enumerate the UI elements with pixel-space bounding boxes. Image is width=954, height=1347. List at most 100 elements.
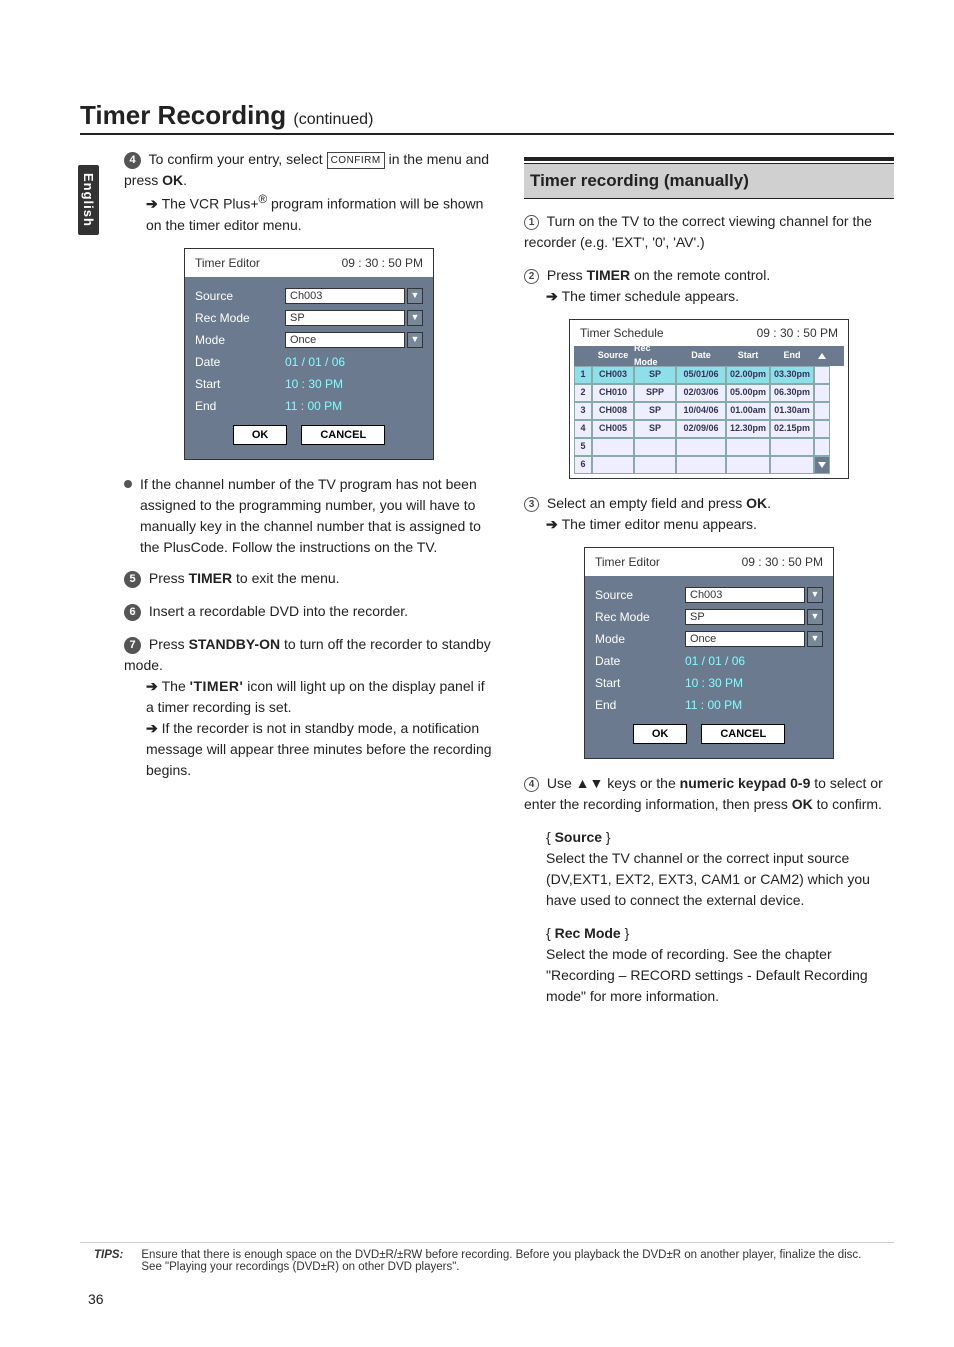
cell-source [592, 456, 634, 474]
step-badge-5: 5 [124, 571, 141, 588]
field-mode: Once [685, 631, 805, 647]
step-4-right: 4 Use ▲▼ keys or the numeric keypad 0-9 … [524, 773, 894, 815]
chevron-down-icon: ▼ [807, 587, 823, 603]
ok-button: OK [233, 425, 288, 446]
cell-recmode: SP [634, 420, 676, 438]
arrow-icon: ➔ [546, 516, 562, 532]
cell-end: 06.30pm [770, 384, 814, 402]
cell-recmode: SP [634, 366, 676, 384]
text: to exit the menu. [232, 570, 339, 586]
text: Press [547, 267, 587, 283]
page-title-cont: (continued) [293, 111, 373, 128]
text: Select an empty field and press [547, 495, 746, 511]
col-source: Source [592, 349, 634, 363]
chevron-down-icon: ▼ [807, 609, 823, 625]
text: Select the mode of recording. See the ch… [546, 946, 868, 1004]
ok-button: OK [633, 724, 688, 745]
text: . [183, 172, 187, 188]
scroll-cell [814, 366, 830, 384]
timer-text: TIMER [189, 570, 233, 586]
cell-recmode: SPP [634, 384, 676, 402]
scroll-cell [814, 420, 830, 438]
arrow-icon: ➔ [546, 288, 562, 304]
cell-date: 02/03/06 [676, 384, 726, 402]
cell-date [676, 456, 726, 474]
scroll-down-icon [814, 456, 830, 474]
field-name-recmode: Rec Mode [555, 925, 621, 941]
scroll-cell [814, 402, 830, 420]
text: Press [149, 570, 189, 586]
schedule-clock: 09 : 30 : 50 PM [757, 324, 838, 342]
standby-text: STANDBY-ON [189, 636, 281, 652]
editor-clock: 09 : 30 : 50 PM [742, 553, 823, 571]
cell-source [592, 438, 634, 456]
field-source: Ch003 [285, 288, 405, 304]
editor-body: SourceCh003▼ Rec ModeSP▼ ModeOnce▼ Date0… [585, 576, 833, 759]
arrow-icon: ➔ [146, 678, 162, 694]
cell-date [676, 438, 726, 456]
field-end: 11 : 00 PM [285, 397, 423, 415]
keypad-text: numeric keypad 0-9 [680, 775, 811, 791]
label-mode: Mode [195, 331, 285, 349]
cell-start [726, 438, 770, 456]
field-date: 01 / 01 / 06 [285, 353, 423, 371]
source-field-desc: { Source } Select the TV channel or the … [524, 827, 894, 911]
page: Timer Recording (continued) 4 To confirm… [0, 0, 954, 1347]
label-start: Start [195, 375, 285, 393]
ok-text: OK [792, 796, 813, 812]
label-end: End [195, 397, 285, 415]
text: The timer editor menu appears. [562, 516, 757, 532]
tips-row: TIPS: Ensure that there is enough space … [80, 1242, 894, 1273]
step-badge-1: 1 [524, 215, 539, 230]
step-2-result: ➔ The timer schedule appears. [524, 286, 894, 307]
ok-text: OK [746, 495, 767, 511]
field-recmode: SP [285, 310, 405, 326]
schedule-row: 4CH005SP02/09/0612.30pm02.15pm [574, 420, 844, 438]
title-row: Timer Recording (continued) [80, 100, 894, 135]
cell-end: 01.30am [770, 402, 814, 420]
step-6: 6 Insert a recordable DVD into the recor… [124, 601, 494, 622]
reg-mark: ® [259, 193, 268, 206]
col-date: Date [676, 349, 726, 363]
field-start: 10 : 30 PM [685, 674, 823, 692]
schedule-row: 2CH010SPP02/03/0605.00pm06.30pm [574, 384, 844, 402]
cell-end: 02.15pm [770, 420, 814, 438]
cell-end [770, 456, 814, 474]
text: If the recorder is not in standby mode, … [146, 720, 492, 778]
cell-date: 10/04/06 [676, 402, 726, 420]
label-recmode: Rec Mode [595, 608, 685, 626]
cell-source: CH008 [592, 402, 634, 420]
cell-date: 02/09/06 [676, 420, 726, 438]
schedule-header: Timer Schedule 09 : 30 : 50 PM [570, 320, 849, 346]
label-mode: Mode [595, 630, 685, 648]
cell-start [726, 456, 770, 474]
cell-index: 6 [574, 456, 592, 474]
label-source: Source [595, 586, 685, 604]
chevron-down-icon: ▼ [407, 310, 423, 326]
ok-text: OK [162, 172, 183, 188]
editor-title: Timer Editor [195, 254, 260, 272]
bullet-icon [124, 480, 132, 488]
editor-header: Timer Editor 09 : 30 : 50 PM [585, 548, 833, 576]
step-badge-4: 4 [524, 777, 539, 792]
label-source: Source [195, 287, 285, 305]
field-source: Ch003 [685, 587, 805, 603]
text: The timer schedule appears. [562, 288, 739, 304]
col-start: Start [726, 349, 770, 363]
field-date: 01 / 01 / 06 [685, 652, 823, 670]
cell-recmode [634, 456, 676, 474]
cancel-button: CANCEL [701, 724, 785, 745]
schedule-row: 1CH003SP05/01/0602.00pm03.30pm [574, 366, 844, 384]
step-3: 3 Select an empty field and press OK. ➔ … [524, 493, 894, 535]
cell-date: 05/01/06 [676, 366, 726, 384]
arrow-icon: ➔ [146, 720, 162, 736]
timer-schedule: Timer Schedule 09 : 30 : 50 PM Source Re… [569, 319, 849, 479]
label-start: Start [595, 674, 685, 692]
left-column: 4 To confirm your entry, select CONFIRM … [80, 149, 494, 1242]
text: To confirm your entry, select [149, 151, 327, 167]
editor-body: SourceCh003▼ Rec ModeSP▼ ModeOnce▼ Date0… [185, 277, 433, 460]
step-4: 4 To confirm your entry, select CONFIRM … [124, 149, 494, 236]
schedule-row: 3CH008SP10/04/0601.00am01.30am [574, 402, 844, 420]
scroll-cell [814, 438, 830, 456]
cell-source: CH003 [592, 366, 634, 384]
